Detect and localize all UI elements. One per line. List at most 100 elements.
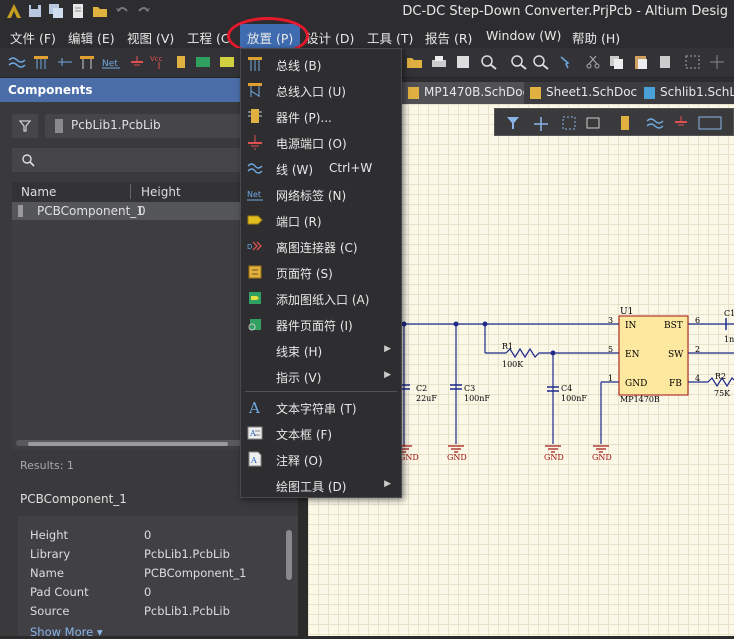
u1-ref[interactable]: U1 (620, 307, 633, 317)
menu-item-sheet-symbol[interactable]: 页面符 (S) (241, 259, 401, 285)
menu-item-wire[interactable]: 线 (W) Ctrl+W (241, 155, 401, 181)
column-divider[interactable] (130, 184, 131, 199)
u1-part[interactable]: MP1470B (620, 395, 660, 404)
gnd-port-tool-icon[interactable] (128, 54, 146, 70)
menu-item-text-frame[interactable]: A 文本框 (F) (241, 420, 401, 446)
menu-item-power-port[interactable]: 电源端口 (O) (241, 129, 401, 155)
title-bar: DC-DC Step-Down Converter.PrjPcb - Altiu… (0, 0, 734, 24)
paste-icon[interactable] (632, 54, 650, 70)
c3-value[interactable]: 100nF (464, 394, 490, 403)
pin-num-en: 5 (608, 345, 614, 354)
c1-value[interactable]: 1n (724, 335, 734, 344)
bus-entry-tool-icon[interactable] (56, 54, 74, 70)
c4-ref[interactable]: C4 (561, 384, 572, 393)
menu-item-port[interactable]: 端口 (R) (241, 207, 401, 233)
menu-item-directives[interactable]: 指示 (V) ▶ (241, 363, 401, 389)
vcc-port-tool-icon[interactable]: Vcc (150, 54, 168, 70)
menu-item-off-sheet-connector[interactable]: D 离图连接器 (C) (241, 233, 401, 259)
pin-num-bst: 6 (695, 316, 701, 325)
menu-item-label: 总线入口 (U) (276, 85, 346, 99)
c2-value[interactable]: 22uF (416, 394, 437, 403)
menu-file[interactable]: 文件 (F) (10, 28, 56, 47)
print-preview-icon[interactable] (454, 54, 472, 70)
sheet-entry-tool-icon[interactable] (218, 54, 236, 70)
open-folder-tool-icon[interactable] (406, 54, 424, 70)
library-select-value: PcbLib1.PcbLib (71, 118, 161, 132)
zoom-area-icon[interactable] (510, 54, 528, 70)
app-logo-icon[interactable] (6, 3, 22, 19)
harness-tool-icon[interactable] (78, 54, 96, 70)
c2-ref[interactable]: C2 (416, 384, 427, 393)
r1-ref[interactable]: R1 (502, 342, 513, 351)
save-all-icon[interactable] (48, 3, 64, 19)
menu-item-bus-entry[interactable]: 总线入口 (U) (241, 77, 401, 103)
bus-entry-icon (248, 83, 262, 97)
c3-ref[interactable]: C3 (464, 384, 475, 393)
filter-icon (18, 120, 32, 132)
menu-project[interactable]: 工程 (C (187, 28, 230, 47)
print-icon[interactable] (430, 54, 448, 70)
zoom-selected-icon[interactable] (532, 54, 550, 70)
menu-tools[interactable]: 工具 (T) (367, 28, 413, 47)
r2-value[interactable]: 75K (714, 389, 730, 398)
menu-item-harness[interactable]: 线束 (H) ▶ (241, 337, 401, 363)
menu-item-drawing-tools[interactable]: 绘图工具 (D) ▶ (241, 472, 401, 498)
bus-tool-icon[interactable] (32, 54, 50, 70)
cut-icon[interactable] (584, 54, 602, 70)
zoom-fit-icon[interactable] (480, 54, 498, 70)
menu-design[interactable]: 设计 (D) (306, 28, 354, 47)
bus-icon (248, 57, 262, 71)
prop-value: PCBComponent_1 (144, 566, 247, 580)
menu-reports[interactable]: 报告 (R) (425, 28, 472, 47)
menu-edit[interactable]: 编辑 (E) (68, 28, 115, 47)
column-name[interactable]: Name (21, 185, 56, 199)
open-folder-icon[interactable] (92, 3, 108, 19)
properties-list: Height 0 Library PcbLib1.PcbLib Name PCB… (18, 516, 298, 639)
c1-ref[interactable]: C1 (724, 309, 734, 318)
tab-sheet1[interactable]: Sheet1.SchDoc * (524, 82, 653, 104)
menu-item-label: 绘图工具 (D) (276, 480, 347, 494)
redo-icon[interactable] (136, 3, 152, 19)
menu-item-sheet-entry[interactable]: 添加图纸入口 (A) (241, 285, 401, 311)
wire-tool-icon[interactable] (8, 54, 26, 70)
net-label-tool-icon[interactable]: Net (102, 54, 120, 70)
sheet-entry-icon (249, 292, 261, 304)
menu-item-label: 器件 (P)... (276, 111, 332, 125)
menu-help[interactable]: 帮助 (H) (572, 28, 620, 47)
r1-value[interactable]: 100K (502, 360, 523, 369)
copy-icon[interactable] (608, 54, 626, 70)
open-document-icon[interactable] (70, 3, 86, 19)
gnd-label: GND (592, 453, 612, 462)
menu-item-note[interactable]: A 注释 (O) (241, 446, 401, 472)
sheet-symbol-tool-icon[interactable] (194, 54, 212, 70)
menu-item-bus[interactable]: 总线 (B) (241, 51, 401, 77)
window-title: DC-DC Step-Down Converter.PrjPcb - Altiu… (402, 4, 728, 19)
menu-item-text-string[interactable]: A 文本字符串 (T) (241, 394, 401, 420)
scrollbar-thumb[interactable] (28, 442, 228, 446)
tab-schlib1[interactable]: Schlib1.SchLib (638, 82, 734, 104)
menu-item-net-label[interactable]: Net 网络标签 (N) (241, 181, 401, 207)
c4-value[interactable]: 100nF (561, 394, 587, 403)
column-height[interactable]: Height (141, 185, 181, 199)
cross-probe-icon[interactable] (558, 54, 576, 70)
move-icon[interactable] (708, 54, 726, 70)
r2-ref[interactable]: R2 (715, 372, 726, 381)
menu-window[interactable]: Window (W) (486, 28, 561, 43)
undo-icon[interactable] (114, 3, 130, 19)
save-icon[interactable] (27, 3, 43, 19)
pin-fb: FB (669, 379, 682, 389)
show-more-link[interactable]: Show More ▾ (30, 625, 103, 639)
svg-text:A: A (249, 429, 256, 438)
rubber-stamp-icon[interactable] (656, 54, 674, 70)
menu-bar: 文件 (F) 编辑 (E) 视图 (V) 工程 (C 放置 (P) 设计 (D)… (0, 24, 734, 48)
prop-label: Height (30, 528, 69, 542)
filter-button[interactable] (12, 114, 38, 138)
menu-view[interactable]: 视图 (V) (127, 28, 174, 47)
menu-item-part[interactable]: 器件 (P)... (241, 103, 401, 129)
select-area-icon[interactable] (684, 54, 702, 70)
menu-item-device-sheet-symbol[interactable]: 器件页面符 (I) (241, 311, 401, 337)
port-icon (247, 215, 263, 225)
vertical-scrollbar[interactable] (286, 530, 292, 580)
part-tool-icon[interactable] (172, 54, 190, 70)
active-bar-icons[interactable] (495, 109, 734, 137)
